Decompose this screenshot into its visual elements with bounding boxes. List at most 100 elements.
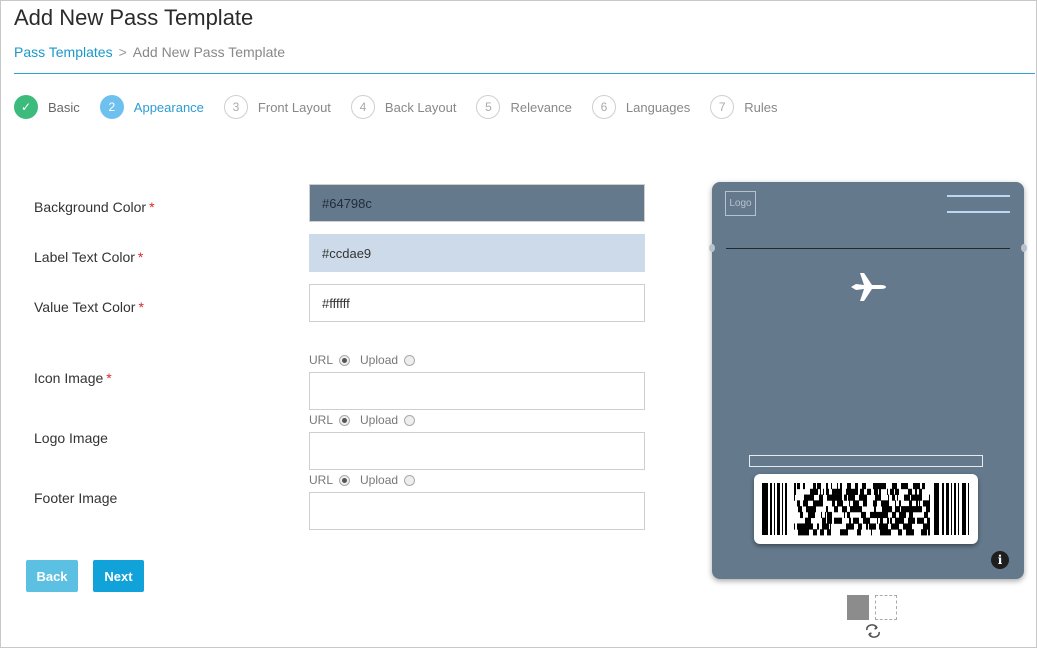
- step-rules[interactable]: 7 Rules: [710, 95, 778, 119]
- barcode-module: [834, 517, 838, 524]
- barcode-module: [815, 500, 817, 507]
- icon-image-url-input[interactable]: [309, 372, 645, 410]
- required-mark: *: [138, 299, 144, 315]
- barcode-module: [926, 523, 930, 530]
- front-side-thumbnail[interactable]: [847, 595, 869, 620]
- label-text-color-field[interactable]: #ccdae9: [309, 234, 645, 272]
- barcode-module: [884, 500, 887, 507]
- footer-image-label: Footer Image: [34, 490, 118, 506]
- step-label: Languages: [625, 99, 691, 115]
- barcode-module: [813, 488, 815, 495]
- pass-notch-right: [1021, 244, 1027, 252]
- upload-radio[interactable]: [404, 354, 416, 366]
- step-appearance[interactable]: 2 Appearance: [99, 95, 204, 119]
- barcode-module: [812, 506, 816, 513]
- header-divider: [14, 73, 1035, 74]
- step-label: Basic: [48, 99, 80, 115]
- barcode-module: [892, 494, 895, 501]
- url-radio[interactable]: [339, 354, 351, 366]
- barcode-module: [885, 506, 886, 513]
- header-field-line: [947, 195, 1010, 197]
- footer-image-url-input[interactable]: [309, 492, 645, 530]
- barcode-module: [922, 483, 925, 490]
- barcode-module: [813, 511, 815, 519]
- barcode-module: [858, 523, 862, 530]
- breadcrumb-separator: >: [118, 44, 127, 60]
- barcode-module: [867, 523, 868, 530]
- barcode-module: [807, 517, 810, 524]
- barcode-module: [895, 517, 898, 524]
- step-back-layout[interactable]: 4 Back Layout: [350, 95, 456, 119]
- barcode-module: [901, 483, 902, 490]
- barcode-module: [834, 500, 835, 507]
- step-languages[interactable]: 6 Languages: [591, 95, 691, 119]
- barcode-module: [866, 517, 867, 524]
- barcode-module: [883, 483, 886, 490]
- barcode-module: [879, 488, 881, 495]
- back-side-thumbnail[interactable]: [875, 595, 897, 620]
- barcode-module: [904, 506, 905, 513]
- barcode-module: [857, 517, 859, 524]
- url-radio[interactable]: [339, 414, 351, 426]
- barcode-module: [907, 483, 908, 490]
- step-relevance[interactable]: 5 Relevance: [476, 95, 572, 119]
- barcode-module: [848, 488, 852, 495]
- barcode-module: [924, 523, 926, 530]
- barcode-module: [813, 529, 817, 536]
- barcode-module: [857, 529, 858, 536]
- barcode-module: [798, 506, 802, 513]
- footer-image-source: URL Upload: [309, 473, 425, 487]
- barcode-module: [890, 506, 892, 513]
- barcode-module: [878, 511, 879, 519]
- barcode-module: [861, 506, 862, 513]
- barcode-module: [887, 511, 888, 519]
- value-text-color-field[interactable]: #ffffff: [309, 284, 645, 322]
- barcode-module: [904, 483, 907, 490]
- barcode-module: [879, 523, 883, 530]
- barcode-caption-box: [749, 455, 983, 467]
- barcode-module: [829, 511, 832, 519]
- barcode-module: [794, 523, 795, 530]
- barcode-module: [879, 483, 883, 490]
- step-label: Appearance: [133, 99, 204, 115]
- barcode-module: [833, 488, 836, 495]
- barcode-module: [825, 511, 826, 519]
- barcode-module: [910, 506, 913, 513]
- barcode-module: [887, 488, 888, 495]
- info-icon[interactable]: i: [991, 551, 1009, 569]
- barcode-module: [838, 517, 839, 524]
- barcode-module: [877, 517, 878, 524]
- barcode-module: [827, 529, 831, 536]
- url-option-label: URL: [309, 353, 334, 367]
- barcode-module: [875, 483, 879, 490]
- url-radio[interactable]: [339, 474, 351, 486]
- step-front-layout[interactable]: 3 Front Layout: [223, 95, 331, 119]
- background-color-field[interactable]: #64798c: [309, 184, 645, 222]
- barcode-module: [863, 500, 867, 507]
- logo-image-url-input[interactable]: [309, 432, 645, 470]
- barcode-module: [927, 500, 930, 507]
- barcode-module: [902, 483, 904, 490]
- barcode-module: [908, 506, 910, 513]
- icon-image-label: Icon Image *: [34, 370, 112, 386]
- step-basic[interactable]: ✓ Basic: [14, 95, 80, 119]
- next-button[interactable]: Next: [93, 560, 144, 592]
- barcode-module: [917, 506, 919, 513]
- barcode-module: [844, 506, 847, 513]
- back-button[interactable]: Back: [26, 560, 78, 592]
- barcode-module: [903, 523, 906, 530]
- upload-radio[interactable]: [404, 474, 416, 486]
- barcode-module: [858, 529, 861, 536]
- barcode-module: [917, 517, 918, 524]
- background-color-label-text: Background Color: [34, 199, 147, 215]
- barcode-module: [835, 494, 837, 501]
- barcode-module: [870, 511, 874, 519]
- barcode-module: [901, 506, 904, 513]
- upload-radio[interactable]: [404, 414, 416, 426]
- breadcrumb-pass-templates-link[interactable]: Pass Templates: [14, 44, 113, 60]
- barcode-module: [823, 488, 824, 495]
- barcode-module: [915, 494, 919, 501]
- barcode-module: [909, 511, 913, 519]
- flip-icon[interactable]: [864, 622, 882, 640]
- barcode-module: [913, 506, 917, 513]
